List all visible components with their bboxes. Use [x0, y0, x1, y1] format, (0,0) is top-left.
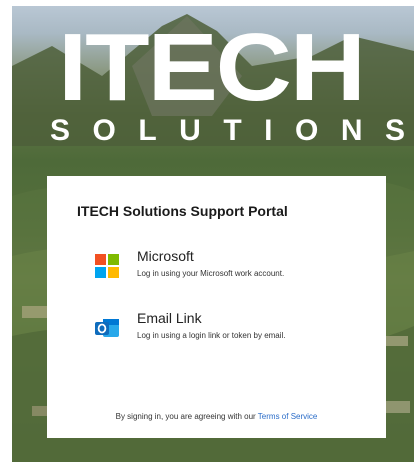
logo-solutions-text: SOLUTIONS: [50, 114, 414, 147]
microsoft-icon: [95, 254, 119, 278]
login-card: ITECH Solutions Support Portal Microsoft…: [47, 176, 386, 438]
terms-of-service-link[interactable]: Terms of Service: [258, 412, 318, 421]
logo-itech-text: ITECH: [58, 14, 366, 121]
terms-footer-text: By signing in, you are agreeing with our: [115, 412, 256, 421]
email-option-description: Log in using a login link or token by em…: [137, 331, 286, 340]
microsoft-login-option[interactable]: Microsoft Log in using your Microsoft wo…: [92, 246, 342, 286]
email-option-title: Email Link: [137, 310, 202, 326]
company-logo: ITECH SOLUTIONS: [0, 0, 414, 160]
portal-title: ITECH Solutions Support Portal: [77, 203, 288, 219]
outlook-icon: [95, 319, 119, 337]
email-link-login-option[interactable]: Email Link Log in using a login link or …: [92, 308, 342, 348]
microsoft-option-title: Microsoft: [137, 248, 194, 264]
terms-footer: By signing in, you are agreeing with our…: [47, 412, 386, 421]
microsoft-option-description: Log in using your Microsoft work account…: [137, 269, 285, 278]
